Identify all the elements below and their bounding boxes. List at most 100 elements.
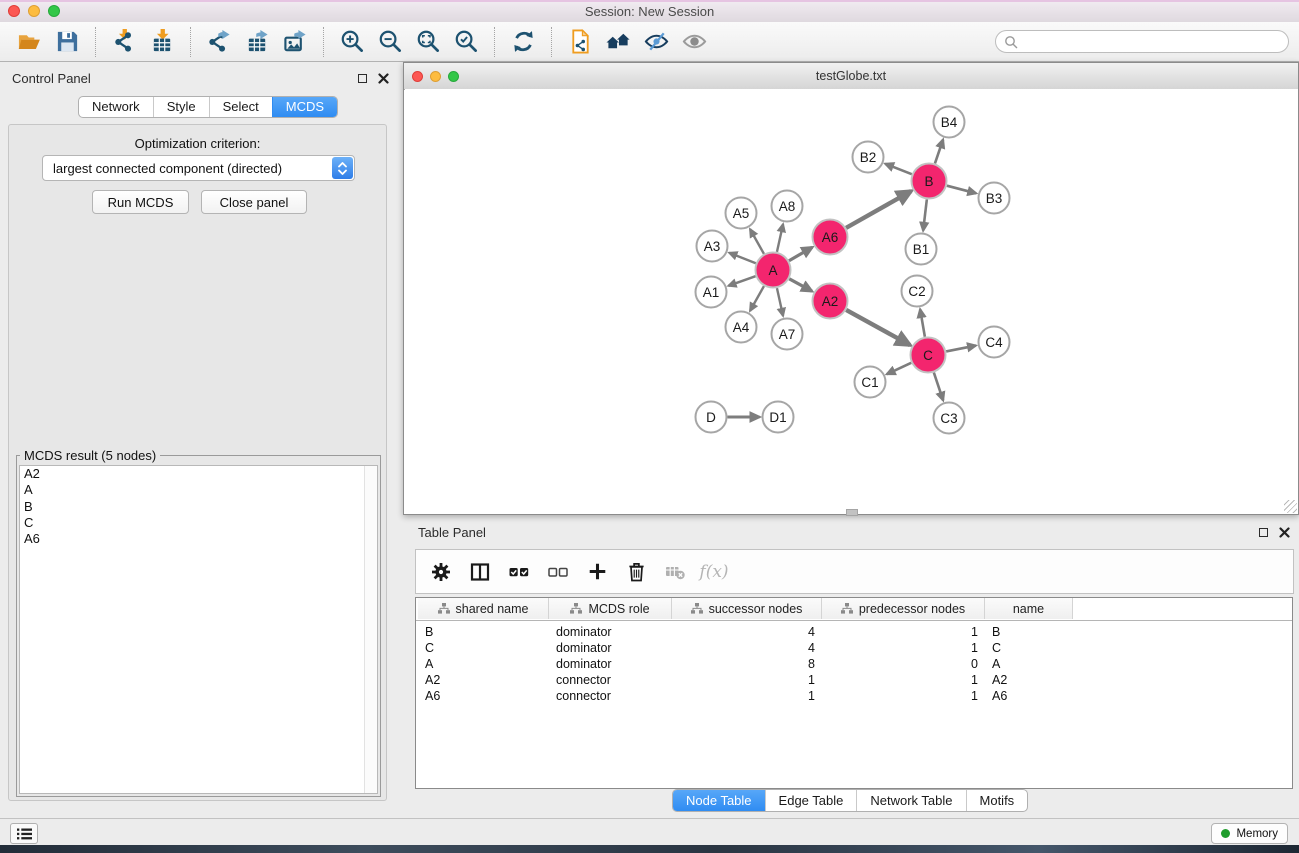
cell[interactable]: C (418, 640, 549, 656)
edge-B-B4[interactable] (935, 140, 943, 164)
export-network-button[interactable] (200, 25, 238, 59)
refresh-button[interactable] (504, 25, 542, 59)
cell[interactable]: A (418, 656, 549, 672)
import-table-button[interactable] (143, 25, 181, 59)
cell[interactable]: B (418, 624, 549, 640)
table-row[interactable]: A2connector11A2 (416, 672, 1292, 688)
cell[interactable]: 1 (672, 688, 822, 704)
table-options-gear-icon[interactable] (430, 561, 452, 583)
column-header-MCDS-role[interactable]: MCDS role (549, 598, 672, 619)
cell[interactable]: A (985, 656, 1073, 672)
save-session-button[interactable] (48, 25, 86, 59)
cell[interactable]: connector (549, 688, 672, 704)
edge-A-A5[interactable] (750, 229, 764, 254)
tab-style[interactable]: Style (153, 97, 209, 117)
memory-button[interactable]: Memory (1211, 823, 1288, 844)
import-network-button[interactable] (105, 25, 143, 59)
add-column-icon[interactable] (586, 561, 608, 583)
table-tab-network-table[interactable]: Network Table (856, 790, 965, 811)
control-panel-float-icon[interactable] (358, 74, 367, 83)
mcds-result-list[interactable]: A2ABCA6 (19, 465, 378, 794)
cell[interactable]: 4 (672, 624, 822, 640)
edge-A6-B[interactable] (846, 191, 911, 228)
edge-C-C4[interactable] (946, 346, 976, 352)
cell[interactable]: 0 (822, 656, 985, 672)
result-list-item[interactable]: B (20, 499, 377, 515)
edge-A-A3[interactable] (729, 253, 756, 263)
edge-A-A4[interactable] (750, 286, 764, 311)
cell[interactable]: C (985, 640, 1073, 656)
result-list-item[interactable]: A2 (20, 466, 377, 482)
cell[interactable]: dominator (549, 656, 672, 672)
edge-A-A7[interactable] (777, 288, 783, 316)
export-image-button[interactable] (276, 25, 314, 59)
control-panel-close-icon[interactable] (378, 73, 389, 84)
criterion-dropdown[interactable]: largest connected component (directed) (42, 155, 355, 181)
tab-select[interactable]: Select (209, 97, 272, 117)
edge-C-C3[interactable] (934, 373, 943, 401)
search-input[interactable] (1022, 32, 1281, 51)
tab-network[interactable]: Network (79, 97, 153, 117)
new-network-from-file-button[interactable] (561, 25, 599, 59)
hide-selected-button[interactable] (637, 25, 675, 59)
cell[interactable]: 1 (822, 688, 985, 704)
cell[interactable]: dominator (549, 640, 672, 656)
result-list-item[interactable]: A (20, 482, 377, 498)
edge-A-A1[interactable] (728, 276, 755, 286)
network-hscroll-thumb[interactable] (846, 509, 858, 516)
cell[interactable]: A6 (985, 688, 1073, 704)
cell[interactable]: B (985, 624, 1073, 640)
edge-A-A6[interactable] (789, 247, 812, 260)
table-tab-edge-table[interactable]: Edge Table (765, 790, 857, 811)
delete-column-icon[interactable] (625, 561, 647, 583)
edge-A-A8[interactable] (777, 224, 783, 252)
show-all-button[interactable] (675, 25, 713, 59)
edge-B-B1[interactable] (923, 199, 927, 230)
cell[interactable]: 1 (672, 672, 822, 688)
result-list-scrollbar[interactable] (364, 466, 377, 793)
table-tab-motifs[interactable]: Motifs (966, 790, 1028, 811)
edge-A2-C[interactable] (846, 310, 910, 345)
result-list-item[interactable]: C (20, 515, 377, 531)
table-tab-node-table[interactable]: Node Table (673, 790, 765, 811)
edge-B-B3[interactable] (947, 186, 976, 194)
zoom-out-button[interactable] (371, 25, 409, 59)
cell[interactable]: 8 (672, 656, 822, 672)
column-header-successor-nodes[interactable]: successor nodes (672, 598, 822, 619)
cell[interactable]: 1 (822, 672, 985, 688)
cell[interactable]: A2 (985, 672, 1073, 688)
tab-mcds[interactable]: MCDS (272, 97, 337, 117)
cell[interactable]: connector (549, 672, 672, 688)
home-first-neighbors-button[interactable] (599, 25, 637, 59)
export-table-button[interactable] (238, 25, 276, 59)
task-history-button[interactable] (10, 823, 38, 844)
result-list-item[interactable]: A6 (20, 531, 377, 547)
column-header-name[interactable]: name (985, 598, 1073, 619)
table-panel-float-icon[interactable] (1259, 528, 1268, 537)
table-row[interactable]: Adominator80A (416, 656, 1292, 672)
select-all-icon[interactable] (508, 561, 530, 583)
edge-C-C2[interactable] (920, 309, 925, 337)
cell[interactable]: A2 (418, 672, 549, 688)
edge-B-B2[interactable] (885, 164, 912, 174)
deselect-all-icon[interactable] (547, 561, 569, 583)
edge-A-A2[interactable] (789, 279, 812, 291)
cell[interactable]: dominator (549, 624, 672, 640)
table-row[interactable]: Cdominator41C (416, 640, 1292, 656)
show-columns-icon[interactable] (469, 561, 491, 583)
open-session-button[interactable] (10, 25, 48, 59)
table-panel-close-icon[interactable] (1279, 527, 1290, 538)
close-panel-button[interactable]: Close panel (201, 190, 307, 214)
zoom-fit-button[interactable] (409, 25, 447, 59)
cell[interactable]: 4 (672, 640, 822, 656)
network-resize-grip[interactable] (1284, 500, 1297, 513)
cell[interactable]: 1 (822, 624, 985, 640)
column-header-predecessor-nodes[interactable]: predecessor nodes (822, 598, 985, 619)
cell[interactable]: A6 (418, 688, 549, 704)
search-field[interactable] (995, 30, 1289, 53)
table-row[interactable]: Bdominator41B (416, 624, 1292, 640)
cell[interactable]: 1 (822, 640, 985, 656)
column-header-shared-name[interactable]: shared name (418, 598, 549, 619)
zoom-in-button[interactable] (333, 25, 371, 59)
network-canvas[interactable]: AA1A3A5A8A6A2A4A7BB2B4B3B1CC2C4C1C3DD1 (405, 89, 1298, 514)
